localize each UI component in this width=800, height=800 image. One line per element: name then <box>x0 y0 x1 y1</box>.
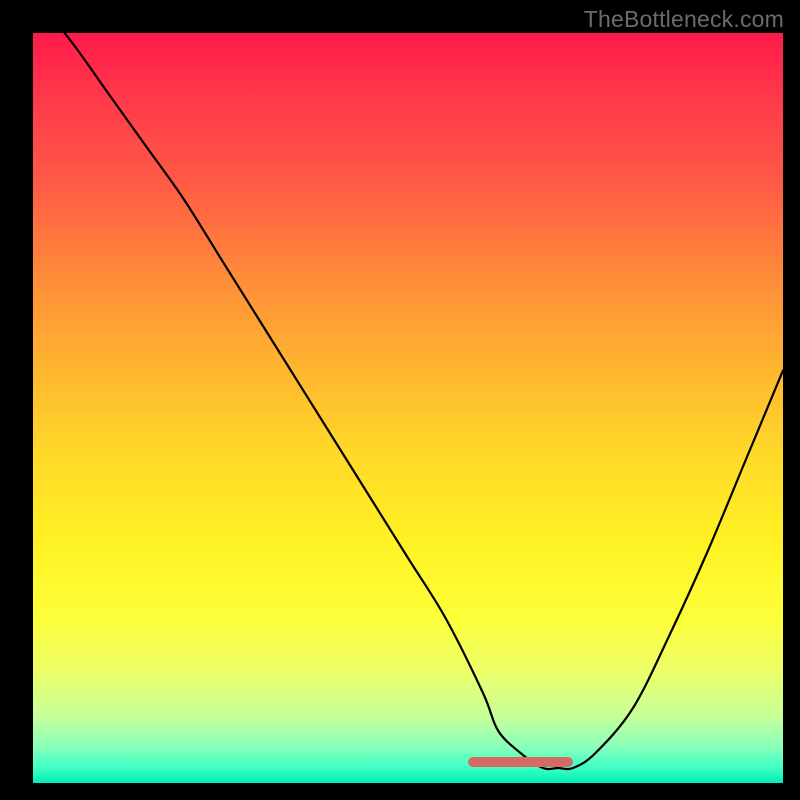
curve-layer <box>33 33 783 783</box>
plot-area <box>33 33 783 783</box>
bottleneck-curve <box>33 0 783 769</box>
watermark-text: TheBottleneck.com <box>584 6 784 33</box>
chart-frame: TheBottleneck.com <box>0 0 800 800</box>
optimal-range-marker <box>468 757 573 767</box>
